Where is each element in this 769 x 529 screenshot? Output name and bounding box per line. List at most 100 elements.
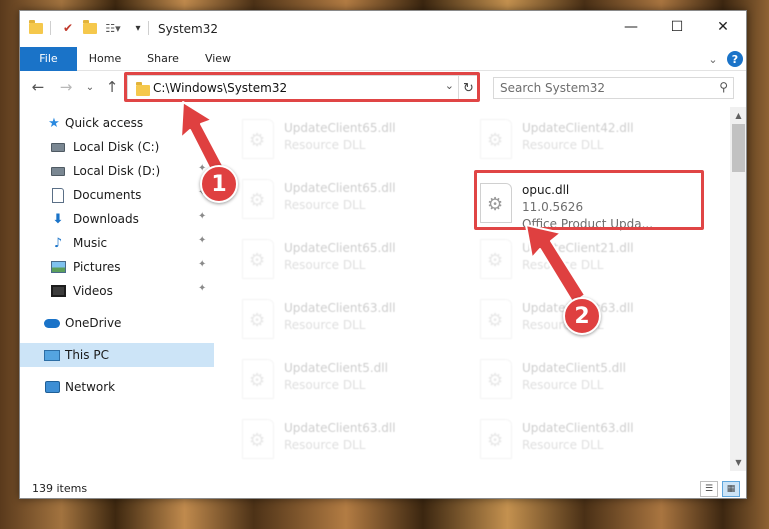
- sidebar-item-label: Quick access: [65, 116, 144, 130]
- ribbon-tabs: File Home Share View ⌄ ?: [20, 47, 746, 71]
- list-item[interactable]: UpdateClient63.dll Resource DLL: [480, 417, 700, 467]
- tab-file[interactable]: File: [20, 47, 77, 71]
- scroll-down-icon[interactable]: ▼: [730, 454, 746, 471]
- callout-step-1: 1: [200, 165, 238, 203]
- help-button[interactable]: ?: [727, 51, 743, 67]
- downloads-icon: ⬇: [52, 211, 64, 227]
- sidebar-item-videos[interactable]: Videos ✦: [20, 279, 214, 303]
- scroll-thumb[interactable]: [732, 124, 745, 172]
- dll-file-icon: [480, 239, 512, 279]
- file-description: Resource DLL: [522, 378, 604, 392]
- file-description: Resource DLL: [284, 258, 366, 272]
- pin-icon[interactable]: ✦: [198, 283, 206, 294]
- search-icon: ⚲: [719, 80, 728, 94]
- dll-file-icon: [242, 179, 274, 219]
- file-name: UpdateClient63.dll: [284, 301, 396, 315]
- file-description: Resource DLL: [284, 438, 366, 452]
- sidebar-item-downloads[interactable]: ⬇ Downloads ✦: [20, 207, 214, 231]
- tab-home[interactable]: Home: [80, 47, 130, 71]
- list-item[interactable]: UpdateClient5.dll Resource DLL: [480, 357, 700, 407]
- file-name: UpdateClient65.dll: [284, 121, 396, 135]
- sidebar-item-label: Network: [65, 380, 116, 394]
- file-list: UpdateClient65.dll Resource DLL UpdateCl…: [214, 107, 730, 471]
- sidebar-item-network[interactable]: Network: [20, 375, 214, 399]
- dll-file-icon: [242, 419, 274, 459]
- ribbon-expand-icon[interactable]: ⌄: [704, 50, 722, 68]
- file-name: UpdateClient65.dll: [284, 181, 396, 195]
- sidebar-item-label: Downloads: [73, 212, 139, 226]
- cloud-icon: [44, 315, 60, 331]
- sidebar-item-label: Local Disk (D:): [73, 164, 161, 178]
- details-view-icon[interactable]: ☰: [700, 481, 718, 497]
- sidebar-item-label: Local Disk (C:): [73, 140, 160, 154]
- maximize-button[interactable]: ☐: [654, 11, 700, 43]
- sidebar-item-quick-access[interactable]: ★ Quick access: [20, 111, 214, 135]
- quick-access-dropdown-icon[interactable]: ▾: [132, 19, 144, 37]
- sidebar-item-pictures[interactable]: Pictures ✦: [20, 255, 214, 279]
- list-item[interactable]: UpdateClient63.dll Resource DLL: [242, 417, 462, 467]
- sidebar-item-label: Pictures: [73, 260, 121, 274]
- file-name: UpdateClient65.dll: [284, 241, 396, 255]
- list-item[interactable]: UpdateClient63.dll Resource DLL: [242, 297, 462, 347]
- list-item[interactable]: UpdateClient42.dll Resource DLL: [480, 117, 700, 167]
- file-description: Resource DLL: [284, 138, 366, 152]
- file-description: Resource DLL: [284, 198, 366, 212]
- sidebar-item-label: OneDrive: [65, 316, 122, 330]
- file-name: UpdateClient5.dll: [284, 361, 388, 375]
- documents-icon: [50, 187, 66, 203]
- search-box[interactable]: ⚲: [493, 77, 734, 99]
- file-name: UpdateClient21.dll: [522, 241, 634, 255]
- file-name: UpdateClient63.dll: [284, 421, 396, 435]
- title-bar: ✔ ☷▾ ▾ System32 — ☐ ✕: [20, 11, 746, 47]
- sidebar-item-label: Videos: [73, 284, 113, 298]
- sidebar-item-this-pc[interactable]: This PC: [20, 343, 214, 367]
- pin-icon[interactable]: ✦: [198, 139, 206, 150]
- pictures-icon: [50, 259, 66, 275]
- sidebar-item-onedrive[interactable]: OneDrive: [20, 311, 214, 335]
- file-highlight-box: [474, 170, 704, 230]
- sidebar-item-local-disk-c[interactable]: Local Disk (C:) ✦: [20, 135, 214, 159]
- tab-share[interactable]: Share: [138, 47, 188, 71]
- status-bar: 139 items ☰ ▦: [20, 479, 746, 498]
- new-folder-icon[interactable]: [82, 19, 98, 37]
- search-input[interactable]: [494, 78, 709, 98]
- list-item[interactable]: UpdateClient5.dll Resource DLL: [242, 357, 462, 407]
- list-item[interactable]: UpdateClient65.dll Resource DLL: [242, 177, 462, 227]
- pin-icon[interactable]: ✦: [198, 211, 206, 222]
- file-description: Resource DLL: [284, 318, 366, 332]
- dll-file-icon: [480, 419, 512, 459]
- customize-toolbar-icon[interactable]: ☷▾: [104, 19, 122, 37]
- vertical-scrollbar[interactable]: ▲ ▼: [730, 107, 746, 471]
- network-icon: [44, 379, 60, 395]
- pin-icon[interactable]: ✦: [198, 259, 206, 270]
- back-button[interactable]: ←: [28, 77, 48, 97]
- close-button[interactable]: ✕: [700, 11, 746, 43]
- sidebar-item-music[interactable]: ♪ Music ✦: [20, 231, 214, 255]
- dll-file-icon: [242, 239, 274, 279]
- scroll-up-icon[interactable]: ▲: [730, 107, 746, 124]
- star-icon: ★: [48, 115, 60, 131]
- file-description: Resource DLL: [284, 378, 366, 392]
- file-description: Resource DLL: [522, 438, 604, 452]
- sidebar-item-documents[interactable]: Documents ✦: [20, 183, 214, 207]
- sidebar-item-local-disk-d[interactable]: Local Disk (D:) ✦: [20, 159, 214, 183]
- file-name: UpdateClient42.dll: [522, 121, 634, 135]
- forward-button[interactable]: →: [56, 77, 76, 97]
- file-name: UpdateClient5.dll: [522, 361, 626, 375]
- folder-icon: [28, 19, 44, 37]
- large-icons-view-icon[interactable]: ▦: [722, 481, 740, 497]
- properties-icon[interactable]: ✔: [60, 19, 76, 37]
- file-name: UpdateClient63.dll: [522, 421, 634, 435]
- recent-locations-button[interactable]: ⌄: [80, 77, 100, 97]
- pin-icon[interactable]: ✦: [198, 235, 206, 246]
- videos-icon: [50, 283, 66, 299]
- minimize-button[interactable]: —: [608, 11, 654, 43]
- list-item[interactable]: UpdateClient65.dll Resource DLL: [242, 117, 462, 167]
- dll-file-icon: [242, 119, 274, 159]
- up-button[interactable]: ↑: [102, 77, 122, 97]
- list-item[interactable]: UpdateClient21.dll Resource DLL: [480, 237, 700, 287]
- dll-file-icon: [480, 119, 512, 159]
- tab-view[interactable]: View: [195, 47, 241, 71]
- dll-file-icon: [242, 359, 274, 399]
- list-item[interactable]: UpdateClient65.dll Resource DLL: [242, 237, 462, 287]
